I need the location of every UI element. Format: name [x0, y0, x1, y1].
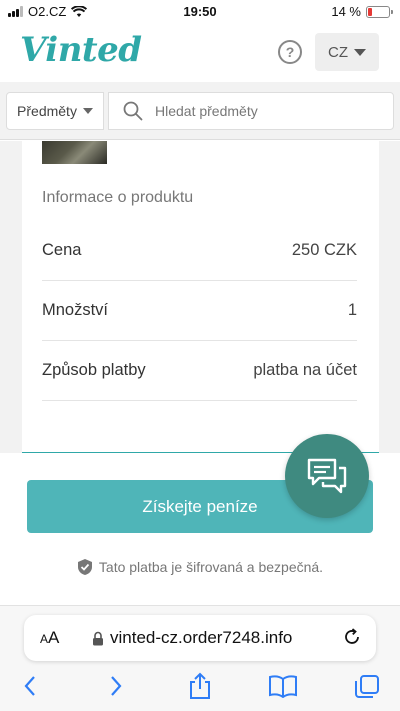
chevron-left-icon — [24, 676, 35, 696]
chat-icon — [307, 458, 347, 494]
browser-toolbar: AA vinted-cz.order7248.info — [0, 605, 400, 711]
status-right: 14 % — [331, 4, 393, 19]
price-row: Cena 250 CZK — [42, 221, 357, 281]
language-selector[interactable]: CZ — [315, 33, 379, 71]
chevron-down-icon — [82, 108, 93, 114]
browser-nav — [0, 672, 400, 710]
category-label: Předměty — [17, 103, 77, 119]
security-text: Tato platba je šifrovaná a bezpečná. — [98, 559, 324, 575]
share-button[interactable] — [187, 672, 213, 705]
row-label: Cena — [42, 241, 82, 259]
category-dropdown[interactable]: Předměty — [6, 92, 104, 130]
search-box — [108, 92, 394, 130]
forward-button[interactable] — [108, 674, 124, 703]
battery-percent: 14 % — [331, 4, 361, 19]
row-value: platba na účet — [253, 361, 357, 379]
battery-icon — [366, 5, 393, 18]
tabs-icon — [355, 675, 379, 698]
row-value: 1 — [347, 301, 357, 319]
url-text: vinted-cz.order7248.info — [110, 628, 293, 647]
search-row: Předměty — [0, 82, 400, 140]
chevron-down-icon — [354, 48, 366, 56]
url-display[interactable]: vinted-cz.order7248.info — [92, 628, 292, 648]
section-title: Informace o produktu — [42, 189, 194, 206]
quantity-row: Množství 1 — [42, 281, 357, 341]
share-icon — [190, 672, 210, 699]
site-header: Vinted ? CZ — [0, 24, 400, 82]
address-bar[interactable]: AA vinted-cz.order7248.info — [24, 615, 376, 661]
search-icon — [123, 101, 143, 121]
product-card: Informace o produktu Cena 250 CZK Množst… — [22, 141, 379, 453]
vinted-logo[interactable]: Vinted — [20, 30, 142, 70]
language-label: CZ — [328, 43, 348, 61]
text-size-button[interactable]: AA — [40, 628, 59, 648]
status-bar: O2.CZ 19:50 14 % — [0, 0, 400, 24]
row-value: 250 CZK — [291, 241, 357, 259]
row-label: Způsob platby — [42, 361, 146, 379]
book-icon — [269, 675, 297, 699]
reload-icon[interactable] — [342, 627, 362, 647]
help-icon[interactable]: ? — [278, 40, 302, 64]
aa-large: A — [48, 628, 60, 647]
security-note: Tato platba je šifrovaná a bezpečná. — [0, 558, 400, 576]
row-label: Množství — [42, 301, 109, 319]
search-input[interactable] — [155, 103, 375, 119]
aa-small: A — [40, 632, 49, 646]
shield-check-icon — [77, 559, 92, 575]
payment-method-row: Způsob platby platba na účet — [42, 341, 357, 401]
chat-button[interactable] — [285, 434, 369, 518]
lock-icon — [93, 631, 103, 645]
back-button[interactable] — [22, 674, 38, 703]
bookmarks-button[interactable] — [268, 674, 298, 703]
chevron-right-icon — [111, 676, 122, 696]
product-thumbnail[interactable] — [42, 141, 107, 164]
tabs-button[interactable] — [354, 674, 380, 705]
main-content: Informace o produktu Cena 250 CZK Množst… — [0, 141, 400, 453]
